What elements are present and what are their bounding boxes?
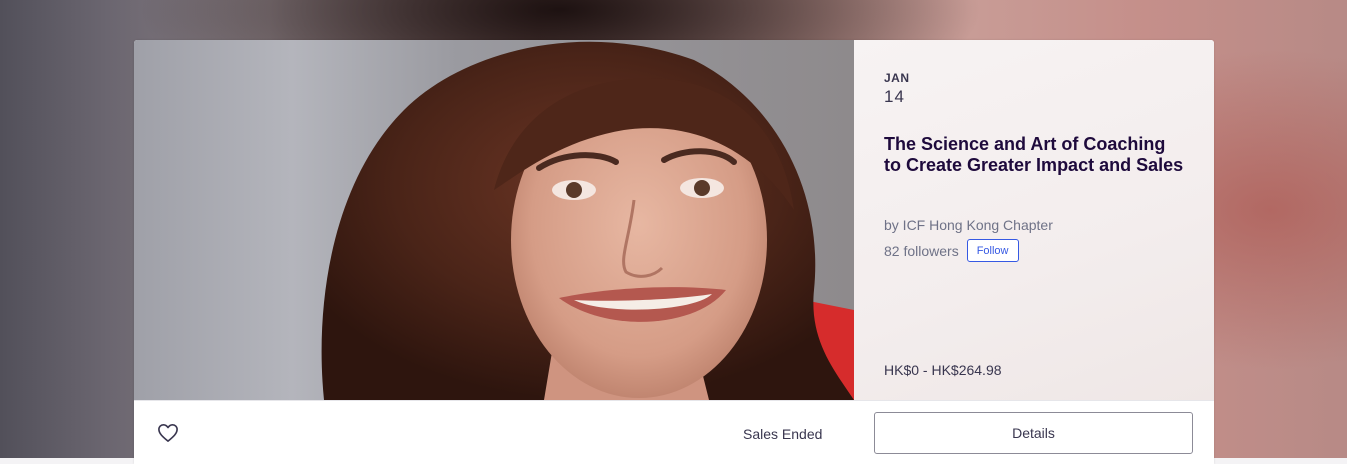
- event-hero-image: [134, 40, 854, 400]
- event-title: The Science and Art of Coaching to Creat…: [884, 134, 1184, 175]
- followers-row: 82 followers Follow: [884, 239, 1019, 262]
- sales-status: Sales Ended: [743, 426, 823, 442]
- followers-count: 82 followers: [884, 242, 959, 259]
- follow-button[interactable]: Follow: [966, 239, 1019, 262]
- event-date-day: 14: [884, 87, 905, 106]
- event-action-bar: Sales Ended Details: [134, 400, 1214, 464]
- heart-outline-icon: [158, 424, 178, 442]
- details-button[interactable]: Details: [874, 412, 1193, 454]
- price-range: HK$0 - HK$264.98: [884, 362, 1002, 378]
- organizer-name[interactable]: by ICF Hong Kong Chapter: [884, 217, 1053, 233]
- event-hero-card: JAN 14 The Science and Art of Coaching t…: [134, 40, 1214, 464]
- like-button[interactable]: [154, 421, 182, 445]
- speaker-portrait: [321, 41, 854, 400]
- event-info-panel: JAN 14 The Science and Art of Coaching t…: [854, 40, 1214, 400]
- event-date-month: JAN: [884, 71, 910, 85]
